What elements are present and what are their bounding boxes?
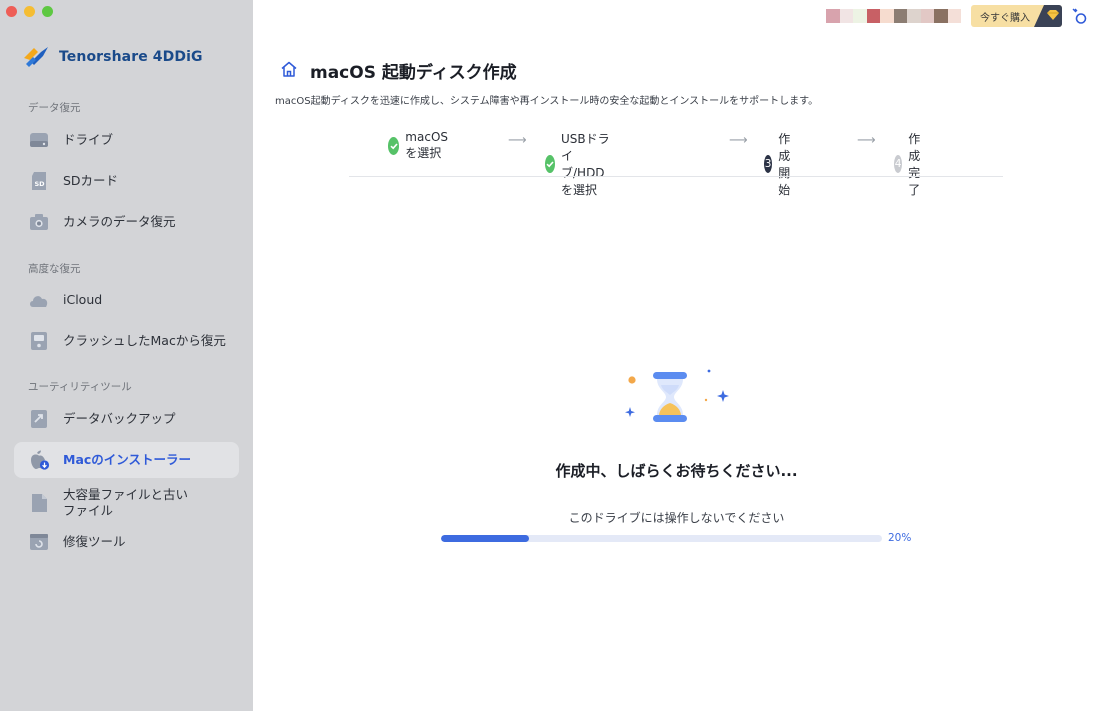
color-swatch — [934, 9, 948, 23]
step-label: USBドライブ/HDDを選択 — [561, 132, 610, 197]
check-icon — [388, 136, 400, 155]
app-logo-icon — [24, 47, 48, 67]
status-title: 作成中、しばらくお待ちください... — [555, 462, 798, 480]
sidebar-item-label: Macのインストーラー — [63, 452, 192, 467]
svg-text:SD: SD — [35, 180, 46, 188]
sidebar-item-mac-installer[interactable]: Macのインストーラー — [14, 442, 239, 478]
cloud-icon — [28, 289, 50, 311]
apple-installer-icon — [28, 449, 50, 471]
check-icon — [545, 155, 555, 173]
status-subtitle: このドライブには操作しないでください — [568, 511, 785, 525]
color-swatch — [853, 9, 867, 23]
home-icon[interactable] — [280, 60, 298, 78]
crashed-mac-icon — [28, 330, 50, 352]
drive-icon — [28, 129, 50, 151]
sidebar-item-crashed-mac[interactable]: クラッシュしたMacから復元 — [14, 323, 239, 359]
app-name: Tenorshare 4DDiG — [59, 49, 203, 65]
arrow-right-icon: ⟶ — [508, 133, 527, 148]
buy-now-button[interactable]: 今すぐ購入 — [971, 5, 1062, 27]
page-description: macOS起動ディスクを迅速に作成し、システム障害や再インストール時の安全な起動… — [275, 96, 819, 107]
sidebar-item-label: データバックアップ — [63, 411, 176, 426]
section-advanced-recovery: 高度な復元 — [28, 263, 81, 275]
window-controls — [6, 6, 53, 17]
diamond-icon — [1034, 5, 1062, 27]
page-title: macOS 起動ディスク作成 — [310, 63, 517, 83]
section-data-recovery: データ復元 — [28, 102, 81, 114]
step-creation-complete: 4 作成完了 — [894, 130, 930, 198]
arrow-right-icon: ⟶ — [857, 133, 876, 148]
sidebar-item-camera[interactable]: カメラのデータ復元 — [14, 204, 239, 240]
progress-fill — [441, 535, 530, 542]
sidebar-item-icloud[interactable]: iCloud — [14, 282, 239, 318]
arrow-right-icon: ⟶ — [729, 133, 748, 148]
sidebar: Tenorshare 4DDiG データ復元 ドライブ SD SDカード カメラ… — [0, 0, 253, 711]
file-icon — [28, 492, 50, 514]
sidebar-item-label: 修復ツール — [63, 534, 126, 549]
sidebar-item-label: iCloud — [63, 292, 103, 307]
minimize-window-button[interactable] — [24, 6, 35, 17]
color-swatch — [920, 9, 934, 23]
step-select-usb: USBドライブ/HDDを選択 — [545, 130, 613, 198]
color-swatch — [947, 9, 961, 23]
progress-percent: 20% — [888, 532, 912, 544]
hourglass-icon — [625, 369, 729, 422]
sidebar-item-label: SDカード — [63, 173, 119, 188]
progress-bar — [441, 535, 882, 542]
color-swatch — [826, 9, 840, 23]
color-swatch — [866, 9, 880, 23]
sidebar-item-data-backup[interactable]: データバックアップ — [14, 401, 239, 437]
sidebar-item-label: 大容量ファイルと古いファイル — [63, 487, 189, 518]
step-label: macOSを選択 — [405, 130, 448, 160]
sidebar-item-label: カメラのデータ復元 — [63, 214, 176, 229]
sidebar-item-large-old-files[interactable]: 大容量ファイルと古いファイル — [14, 483, 239, 523]
repair-icon — [28, 531, 50, 553]
sidebar-item-label: ドライブ — [63, 132, 114, 147]
sidebar-item-label: クラッシュしたMacから復元 — [63, 333, 226, 348]
sd-card-icon: SD — [28, 170, 50, 192]
zoom-window-button[interactable] — [42, 6, 53, 17]
sidebar-item-sd-card[interactable]: SD SDカード — [14, 163, 239, 199]
brand: Tenorshare 4DDiG — [21, 42, 203, 72]
color-swatch — [907, 9, 921, 23]
step-start-creation: 3 作成開始 — [764, 130, 800, 198]
step-label: 作成開始 — [778, 132, 791, 197]
section-utility-tools: ユーティリティツール — [28, 381, 132, 393]
close-window-button[interactable] — [6, 6, 17, 17]
step-select-macos: macOSを選択 — [388, 130, 455, 161]
sidebar-item-drive[interactable]: ドライブ — [14, 122, 239, 158]
step-label: 作成完了 — [908, 132, 921, 197]
divider — [349, 176, 1003, 177]
step-number-badge: 3 — [764, 155, 773, 173]
user-account-icon[interactable] — [1070, 7, 1088, 25]
color-swatches — [826, 9, 961, 23]
color-swatch — [839, 9, 853, 23]
color-swatch — [893, 9, 907, 23]
sidebar-item-repair-tool[interactable]: 修復ツール — [14, 524, 239, 560]
camera-icon — [28, 211, 50, 233]
backup-icon — [28, 408, 50, 430]
buy-now-label: 今すぐ購入 — [980, 12, 1030, 24]
step-number-badge: 4 — [894, 155, 903, 173]
color-swatch — [880, 9, 894, 23]
